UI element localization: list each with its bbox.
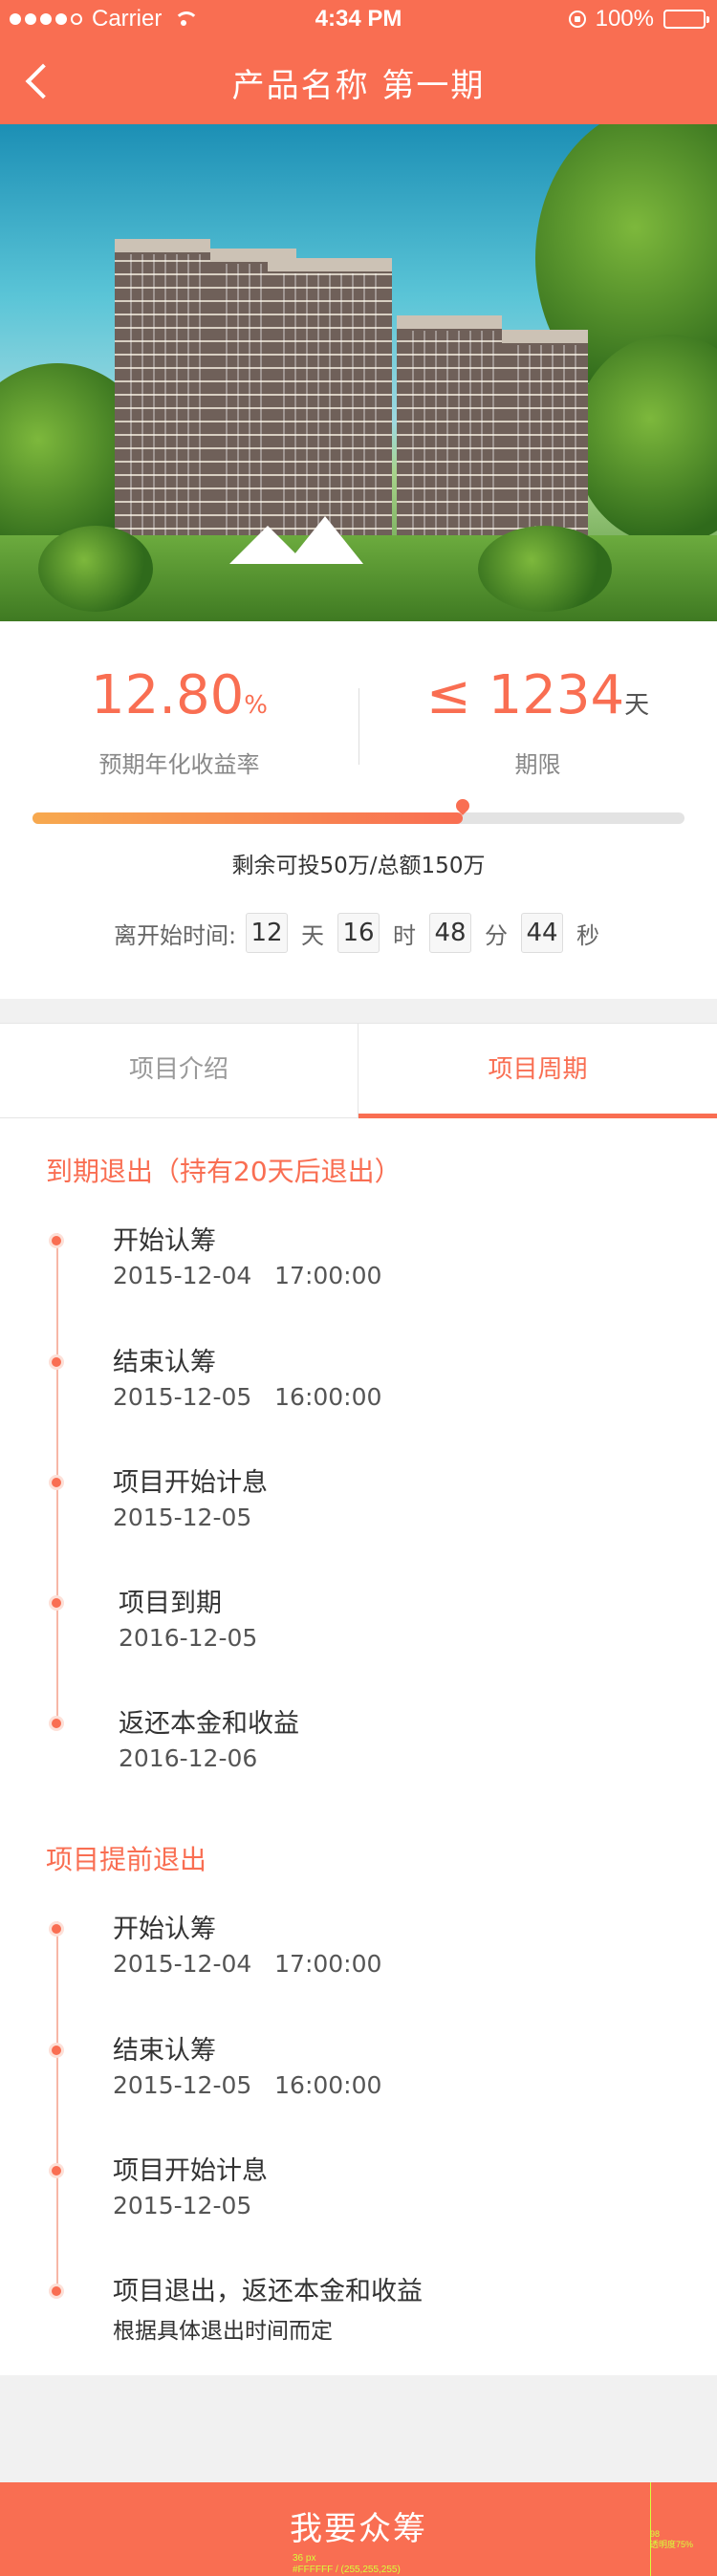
status-bar: Carrier 4:34 PM 100% [0, 0, 717, 38]
countdown-days-unit: 天 [301, 921, 325, 949]
countdown-hours: 16 [337, 913, 380, 953]
rate-metric: 12.80% 预期年化收益率 [0, 667, 358, 779]
remaining-amount: 剩余可投50万/总额150万 [231, 854, 486, 878]
timeline-item-detail: 2016-12-06 [119, 1744, 258, 1772]
section-maturity-exit-title: 到期退出（持有20天后退出） [46, 1156, 402, 1187]
countdown-days: 12 [246, 913, 289, 953]
timeline-item-title: 项目开始计息 [113, 2156, 268, 2186]
timeline-item-detail: 2015-12-05 [113, 1504, 252, 1531]
tab-project-cycle[interactable]: 项目周期 [358, 1024, 717, 1118]
term-metric: ≤ 1234天 期限 [358, 667, 717, 779]
term-value: ≤ 1234天 [425, 664, 650, 726]
timeline-item-title: 项目开始计息 [113, 1468, 268, 1498]
page-title: 产品名称 第一期 [231, 67, 486, 105]
timeline-item-detail: 2015-12-05 16:00:00 [113, 2071, 382, 2099]
timeline-item-detail: 2015-12-05 [113, 2192, 252, 2219]
design-annotation: 36 px #FFFFFF / (255,255,255) [293, 2553, 401, 2575]
countdown-label: 离开始时间: [113, 921, 237, 949]
timeline-line [56, 1921, 58, 2298]
tab-project-intro[interactable]: 项目介绍 [0, 1024, 358, 1118]
battery-icon [663, 10, 709, 29]
timeline-item-title: 返还本金和收益 [119, 1709, 299, 1739]
timeline-item-title: 开始认筹 [113, 1226, 216, 1256]
timeline-dot-icon [49, 2284, 64, 2299]
rate-value: 12.80% [90, 664, 269, 726]
timeline-dot-icon [49, 1921, 64, 1937]
timeline-dot-icon [49, 1233, 64, 1248]
rate-label: 预期年化收益率 [98, 751, 260, 778]
navigation-bar: 产品名称 第一期 [0, 38, 717, 124]
timeline-dot-icon [49, 2163, 64, 2178]
progress-fill [33, 812, 464, 824]
tab-bar: 项目介绍 项目周期 [0, 1023, 717, 1118]
timeline-item-detail: 根据具体退出时间而定 [113, 2319, 333, 2344]
timeline-dot-icon [49, 1716, 64, 1731]
countdown-seconds: 44 [521, 913, 564, 953]
timeline-item-title: 开始认筹 [113, 1915, 216, 1944]
timeline-item-detail: 2015-12-04 17:00:00 [113, 1262, 382, 1289]
timeline-item-title: 项目到期 [119, 1589, 222, 1618]
timeline-dot-icon [49, 1595, 64, 1611]
timeline-dot-icon [49, 1354, 64, 1370]
section-early-exit-title: 项目提前退出 [46, 1844, 207, 1875]
rotation-lock-icon [568, 11, 586, 28]
countdown-minutes-unit: 分 [485, 921, 509, 949]
timeline-content: 到期退出（持有20天后退出） 开始认筹 2015-12-04 17:00:00 … [0, 1118, 717, 2375]
battery-percent: 100% [595, 6, 654, 32]
timeline-dot-icon [49, 2043, 64, 2058]
countdown-minutes: 48 [429, 913, 472, 953]
design-annotation-side: 98 透明度75% [650, 2529, 694, 2549]
term-label: 期限 [514, 751, 561, 778]
timeline-item-detail: 2015-12-04 17:00:00 [113, 1950, 382, 1978]
countdown: 离开始时间: 12 天 16 时 48 分 44 秒 [0, 913, 717, 953]
countdown-seconds-unit: 秒 [576, 921, 600, 949]
status-right: 100% [568, 6, 709, 32]
timeline-item-detail: 2016-12-05 [119, 1624, 258, 1652]
funding-progress-bar [33, 796, 684, 824]
countdown-hours-unit: 时 [393, 921, 417, 949]
timeline-item-title: 结束认筹 [113, 1348, 216, 1377]
hero-image [0, 124, 717, 621]
header: Carrier 4:34 PM 100% 产品名称 第一期 [0, 0, 717, 124]
timeline-dot-icon [49, 1475, 64, 1490]
timeline-item-detail: 2015-12-05 16:00:00 [113, 1383, 382, 1411]
timeline-item-title: 结束认筹 [113, 2036, 216, 2066]
info-card: 12.80% 预期年化收益率 ≤ 1234天 期限 剩余可投50万/总额150万… [0, 621, 717, 999]
timeline-item-title: 项目退出，返还本金和收益 [113, 2277, 423, 2306]
